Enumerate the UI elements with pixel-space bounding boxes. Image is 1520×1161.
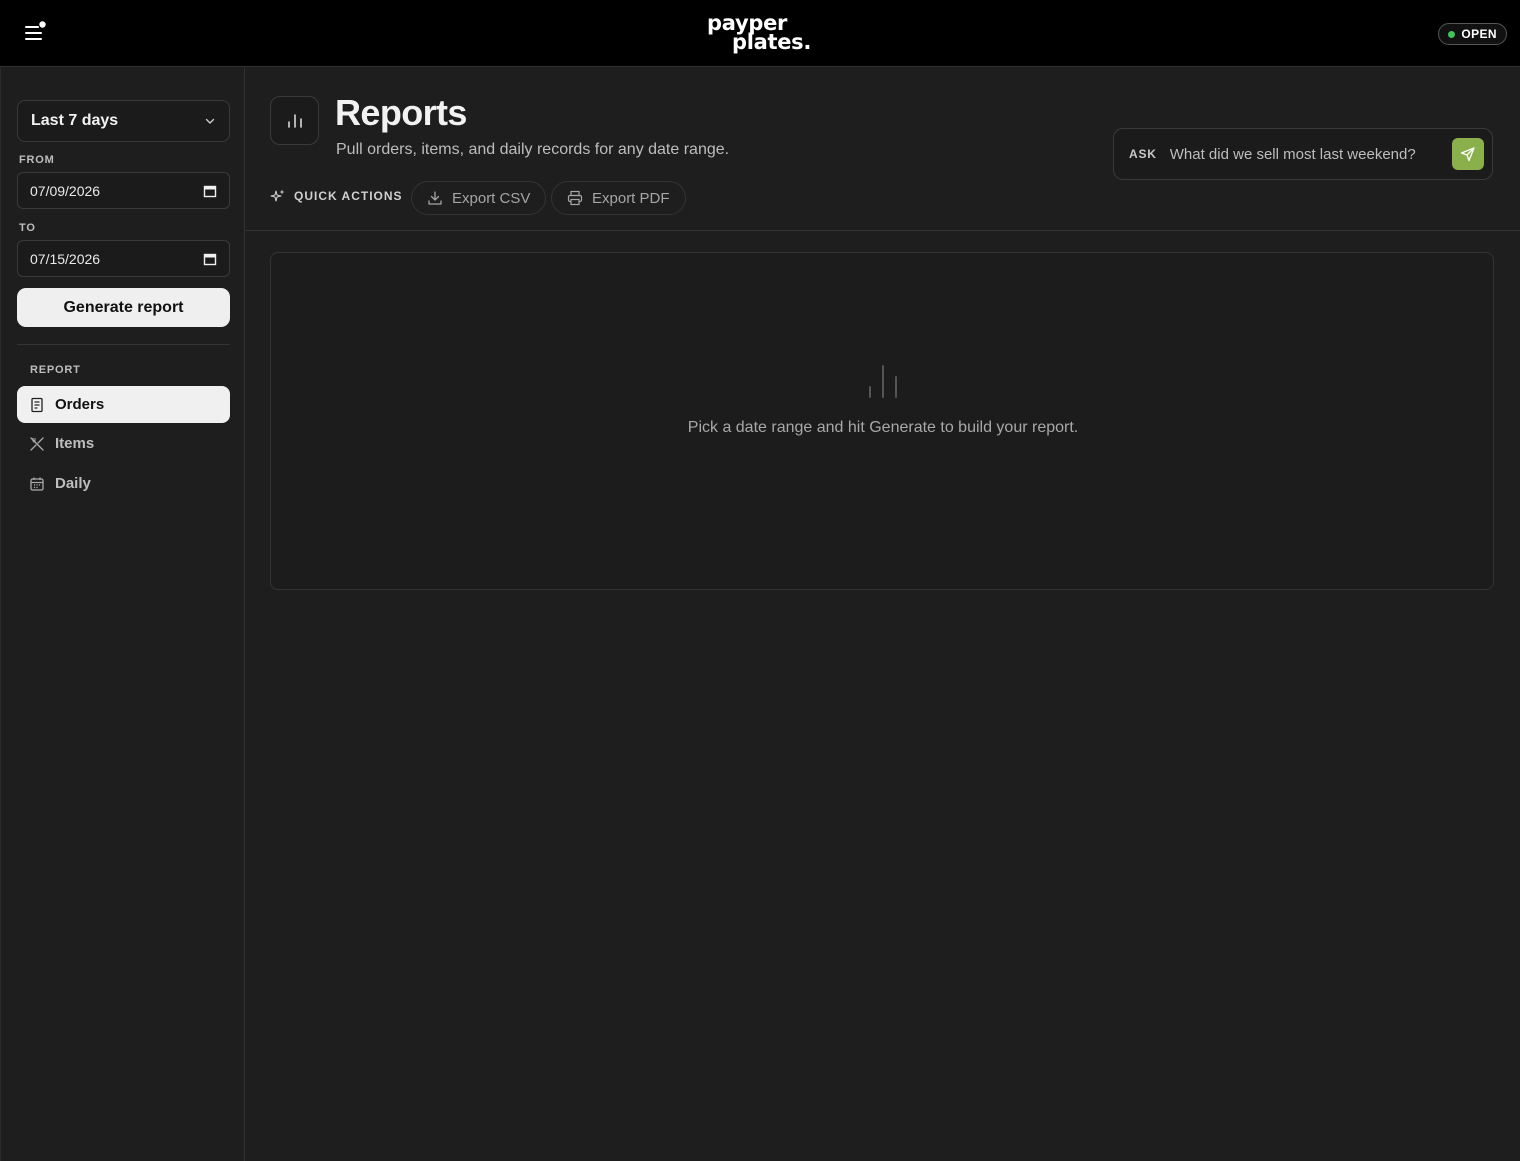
date-range-value: Last 7 days: [31, 112, 119, 129]
report-section-label: REPORT: [30, 364, 81, 376]
to-label: TO: [19, 222, 36, 234]
receipt-icon: [31, 397, 43, 412]
chevron-down-icon: [205, 118, 215, 124]
sidebar-item-label: Orders: [55, 396, 105, 413]
sidebar: Last 7 days FROM 07/09/2026 TO 07/15/202…: [0, 68, 245, 1161]
export-pdf-button[interactable]: Export PDF: [551, 181, 686, 215]
generate-report-label: Generate report: [63, 298, 184, 316]
calendar-picker-icon[interactable]: [203, 184, 217, 198]
from-date-field[interactable]: 07/09/2026: [17, 172, 230, 209]
sparkles-icon: [270, 189, 285, 202]
quick-actions-label-group: QUICK ACTIONS: [270, 188, 403, 204]
sidebar-item-orders[interactable]: Orders: [17, 386, 230, 423]
sidebar-item-label: Items: [55, 435, 95, 452]
to-date-value: 07/15/2026: [30, 250, 101, 267]
ask-bar: ASK What did we sell most last weekend?: [1113, 128, 1493, 180]
status-badge[interactable]: OPEN: [1438, 23, 1507, 45]
sidebar-item-items[interactable]: Items: [17, 425, 230, 462]
status-text: OPEN: [1461, 27, 1497, 41]
send-button[interactable]: [1452, 138, 1484, 170]
brand-logo[interactable]: payper plates.: [700, 13, 820, 54]
bar-chart-icon: [287, 113, 302, 128]
ask-input[interactable]: What did we sell most last weekend?: [1170, 146, 1452, 163]
empty-state-message: Pick a date range and hit Generate to bu…: [687, 419, 1079, 436]
sidebar-divider: [17, 344, 230, 345]
report-panel: Pick a date range and hit Generate to bu…: [270, 252, 1494, 590]
status-dot-icon: [1448, 30, 1456, 38]
generate-report-button[interactable]: Generate report: [17, 288, 230, 327]
top-bar: payper plates. OPEN: [0, 0, 1520, 67]
calendar-icon: [30, 477, 44, 491]
quick-actions-label: QUICK ACTIONS: [294, 189, 403, 203]
export-pdf-label: Export PDF: [592, 189, 670, 207]
send-icon: [1460, 147, 1475, 162]
bar-chart-icon: [869, 365, 897, 398]
export-csv-button[interactable]: Export CSV: [411, 181, 547, 215]
from-label: FROM: [19, 154, 55, 166]
ask-tag: ASK: [1129, 147, 1157, 161]
download-icon: [428, 191, 442, 205]
export-csv-label: Export CSV: [452, 189, 531, 207]
main-content: Reports Pull orders, items, and daily re…: [246, 68, 1520, 1161]
sidebar-item-daily[interactable]: Daily: [17, 465, 230, 502]
calendar-picker-icon[interactable]: [203, 252, 217, 266]
date-range-select[interactable]: Last 7 days: [17, 100, 230, 142]
to-date-field[interactable]: 07/15/2026: [17, 240, 230, 277]
page-subtitle: Pull orders, items, and daily records fo…: [336, 141, 730, 158]
utensils-icon: [30, 436, 44, 451]
reports-title-icon: [270, 96, 319, 145]
header-divider: [246, 230, 1520, 231]
sidebar-item-label: Daily: [55, 475, 91, 492]
page-title: Reports: [335, 92, 467, 133]
menu-icon[interactable]: [22, 20, 48, 46]
from-date-value: 07/09/2026: [30, 182, 101, 199]
printer-icon: [567, 190, 583, 206]
brand-line-2: plates.: [732, 30, 812, 54]
